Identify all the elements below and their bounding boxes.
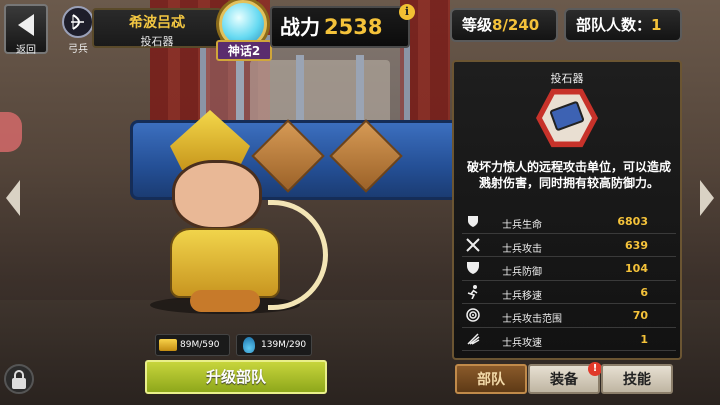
power-value: 2538 bbox=[324, 15, 383, 39]
upgrade-troops-button[interactable]: 升级部队 bbox=[145, 360, 327, 394]
tab-label: 技能 bbox=[623, 372, 651, 388]
crossed-swords-icon bbox=[466, 237, 482, 254]
back-arrow-icon bbox=[18, 14, 34, 36]
tab-skills[interactable]: 技能 bbox=[601, 364, 673, 394]
rank-emblem[interactable]: 神话2 bbox=[212, 0, 274, 62]
stat-label: 士兵攻速 bbox=[502, 337, 542, 349]
lock-icon[interactable] bbox=[4, 364, 34, 394]
level-pill: 等级8/240 bbox=[450, 8, 558, 42]
troop-count-pill: 部队人数：1 bbox=[564, 8, 682, 42]
stat-row: 士兵攻速 1 bbox=[462, 328, 676, 351]
stat-label: 士兵攻击范围 bbox=[502, 314, 562, 325]
stat-value: 70 bbox=[632, 309, 648, 322]
wing-speed-icon bbox=[466, 332, 482, 348]
running-icon bbox=[466, 284, 482, 301]
hero-armor bbox=[170, 228, 280, 298]
back-label: 返回 bbox=[16, 45, 36, 56]
tab-label: 部队 bbox=[477, 372, 505, 388]
back-button[interactable]: 返回 bbox=[4, 4, 48, 56]
gold-resource: 89M/590 bbox=[155, 334, 230, 356]
tab-troops[interactable]: 部队 bbox=[455, 364, 527, 394]
stat-label: 士兵攻击 bbox=[502, 243, 542, 255]
rank-label: 神话2 bbox=[216, 40, 272, 61]
troops-label: 部队人数： bbox=[576, 16, 652, 34]
bow-class-icon bbox=[62, 6, 94, 38]
stat-row: 士兵防御 104 bbox=[462, 257, 676, 281]
level-value: 8/240 bbox=[492, 16, 540, 34]
panel-title: 投石器 bbox=[550, 72, 584, 85]
side-tab-button[interactable] bbox=[0, 112, 22, 152]
bow-weapon bbox=[268, 200, 328, 310]
hero-name: 希波吕忒 bbox=[129, 15, 185, 31]
stat-row: 士兵生命 6803 bbox=[462, 210, 676, 234]
stat-label: 士兵防御 bbox=[502, 267, 542, 278]
target-icon bbox=[466, 308, 482, 324]
stat-row: 士兵攻击范围 70 bbox=[462, 304, 676, 328]
stat-value: 639 bbox=[625, 238, 648, 252]
gold-amount: 89M/590 bbox=[180, 340, 220, 350]
power-label: 战力 bbox=[280, 15, 320, 39]
stat-label: 士兵生命 bbox=[502, 220, 542, 231]
stat-value: 1 bbox=[640, 332, 648, 346]
stat-row: 士兵移速 6 bbox=[462, 281, 676, 304]
hero-face bbox=[172, 160, 262, 230]
heart-shield-icon bbox=[466, 214, 482, 230]
combat-power-box: 战力 2538 bbox=[270, 6, 410, 48]
unit-type-label: 投石器 bbox=[140, 35, 174, 48]
potion-amount: 139M/290 bbox=[261, 340, 307, 350]
hero-name-plate: 希波吕忒 投石器 bbox=[92, 8, 222, 48]
stat-value: 6 bbox=[640, 285, 648, 299]
stat-row: 士兵攻击 639 bbox=[462, 234, 676, 257]
hero-character[interactable] bbox=[150, 110, 328, 320]
potion-resource: 139M/290 bbox=[236, 334, 312, 356]
gold-bars-icon bbox=[159, 339, 177, 351]
unit-description: 破坏力惊人的远程攻击单位，可以造成溅射伤害，同时拥有较高防御力。 bbox=[466, 160, 671, 190]
stat-label: 士兵移速 bbox=[502, 290, 542, 302]
prev-hero-arrow-icon[interactable] bbox=[6, 180, 20, 216]
shield-icon bbox=[466, 261, 482, 277]
catapult-emblem-icon bbox=[536, 88, 598, 148]
alert-badge-icon: ! bbox=[588, 362, 602, 376]
stat-value: 104 bbox=[625, 262, 648, 275]
potion-flask-icon bbox=[243, 337, 255, 353]
tab-equipment[interactable]: 装备 ! bbox=[528, 362, 602, 394]
level-label: 等级 bbox=[462, 16, 493, 34]
unit-info-panel: 投石器 破坏力惊人的远程攻击单位，可以造成溅射伤害，同时拥有较高防御力。 士兵生… bbox=[452, 60, 682, 360]
info-icon[interactable]: i bbox=[399, 4, 415, 20]
troops-value: 1 bbox=[651, 16, 662, 34]
tab-label: 装备 bbox=[550, 372, 578, 388]
next-hero-arrow-icon[interactable] bbox=[700, 180, 714, 216]
stat-value: 6803 bbox=[617, 215, 648, 228]
stat-list: 士兵生命 6803 士兵攻击 639 士兵防御 104 士兵移速 6 士兵攻击范… bbox=[462, 210, 676, 351]
